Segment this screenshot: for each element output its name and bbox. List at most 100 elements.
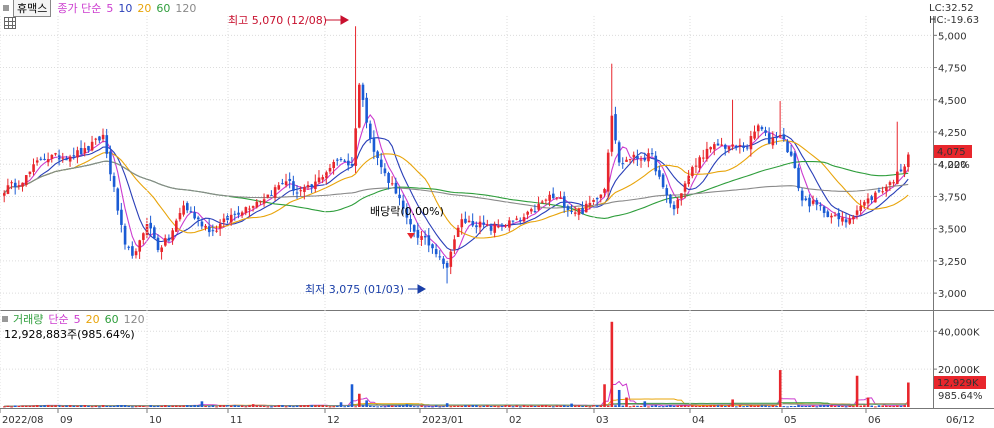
candle-body [46,159,50,163]
volume-bar [61,405,65,407]
candle-body [628,159,632,161]
volume-bar [559,405,562,407]
candle-body [888,182,892,185]
candle-body [79,147,83,155]
volume-bar [848,405,852,407]
candle-body [753,131,756,139]
price-tag-pct: 4.22% [938,160,970,171]
volume-bar [72,405,76,407]
candle-body [588,202,592,206]
volume-bar [599,405,603,407]
volume-tag-value: 12,929K [937,378,979,389]
volume-bar [449,406,453,408]
volume-bar [478,406,482,408]
candle-body [90,141,94,151]
candle-body [149,222,152,229]
volume-bar [405,404,409,407]
candle-body [24,175,28,185]
volume-bar [255,405,259,407]
candle-body [526,211,529,215]
candle-body [299,190,303,192]
candle-body [709,147,712,150]
volume-bar [156,405,160,407]
ma-label: 종가 단순 [57,2,102,15]
candle-body [475,225,478,228]
candle-body [456,227,460,237]
volume-bar [519,406,522,408]
candle-body [822,206,826,213]
volume-bar [28,405,32,407]
candle-body [683,183,687,192]
candle-body [471,220,475,226]
candle-body [398,194,401,199]
vol-ma-period-60: 60 [104,312,119,326]
volume-bar [365,400,368,407]
volume-bar [160,405,163,407]
candle-body [134,251,138,256]
volume-bar [475,405,478,407]
candle-body [669,194,672,204]
volume-bar [760,405,764,407]
volume-bar [116,405,120,407]
candle-body [508,220,511,228]
volume-bar [647,406,650,408]
grid-icon[interactable] [4,17,16,29]
candle-body [482,222,486,225]
candle-body [621,163,625,165]
vol-ma-period-5: 5 [73,312,81,326]
candle-body [156,237,160,250]
volume-bar [658,406,661,408]
volume-bar [643,401,647,407]
volume-bar [248,405,251,407]
volume-bar [628,406,632,408]
price-tag: 4,075 4.22% [934,145,972,171]
volume-bar [720,405,723,407]
candle-body [522,217,526,222]
candle-body [731,144,734,147]
volume-bar [632,405,636,407]
candle-body [196,217,200,220]
volume-legend: 거래량 단순 5 20 60 120 [2,312,150,326]
candle-body [131,246,134,256]
volume-bar [617,389,621,407]
volume-bar [35,405,39,407]
candle-body [577,208,581,215]
volume-bar [369,405,372,407]
candle-body [350,164,354,166]
volume-bar [595,405,599,407]
candle-body [775,136,778,139]
candle-body [661,174,665,188]
candle-body [43,158,46,160]
volume-bar [270,406,273,408]
volume-bar [200,401,204,407]
volume-bar [416,406,420,408]
volume-bar [68,405,72,407]
candle-body [584,203,588,213]
candle-body [647,153,650,162]
candle-body [687,175,691,184]
candle-body [837,212,841,220]
candle-body [237,212,240,215]
volume-bar [500,406,504,408]
candle-body [116,188,120,211]
symbol-button[interactable]: 휴맥스 [13,0,52,17]
candle-body [745,147,749,149]
volume-bar [800,405,804,407]
volume-bar [709,405,712,407]
candle-body [808,197,811,207]
volume-label: 거래량 [13,313,44,326]
candle-body [530,209,533,212]
volume-bar [694,406,698,408]
candle-body [654,155,658,172]
candle-body [167,237,171,241]
volume-bar [167,405,171,407]
volume-bar [877,405,881,407]
candle-body [885,186,888,192]
volume-bar [907,382,910,407]
candle-body [555,197,559,199]
volume-ma-lines [4,380,909,407]
volume-bar [98,406,101,408]
volume-bar [277,405,281,407]
volume-bar [343,406,346,408]
volume-bar [621,405,625,407]
